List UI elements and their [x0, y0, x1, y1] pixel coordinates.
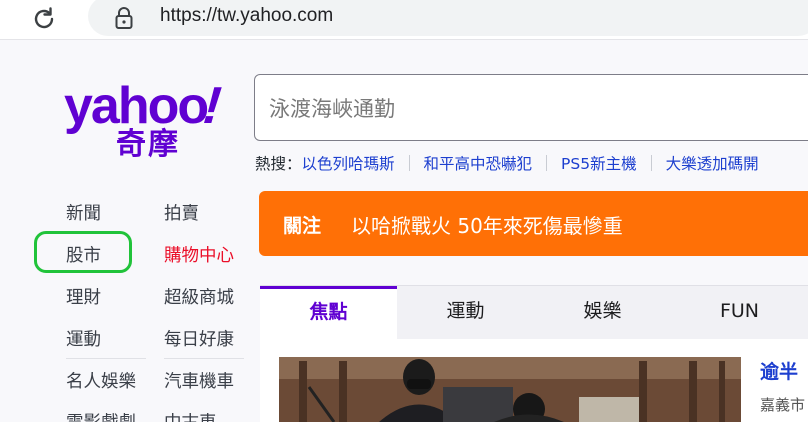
highlight-outline	[34, 231, 132, 273]
nav-item-mall[interactable]: 超級商城	[164, 284, 234, 309]
banner-tag: 關注	[283, 215, 322, 237]
tab-sports[interactable]: 運動	[397, 286, 534, 340]
news-tabs: 焦點 運動 娛樂 FUN	[260, 285, 808, 340]
hot-search-link[interactable]: PS5新主機	[561, 152, 637, 174]
news-photo[interactable]	[279, 357, 741, 422]
hot-search-link[interactable]: 大樂透加碼開	[666, 152, 759, 174]
search-input[interactable]: 泳渡海峽通勤	[254, 74, 808, 141]
nav-item-auction[interactable]: 拍賣	[164, 200, 199, 225]
yahoo-logo[interactable]: yahoo ! 奇摩	[64, 77, 236, 164]
browser-toolbar: https://tw.yahoo.com	[0, 0, 808, 40]
divider	[66, 358, 146, 359]
nav-item-deals[interactable]: 每日好康	[164, 326, 234, 351]
page: https://tw.yahoo.com yahoo ! 奇摩 泳渡海峽通勤 熱…	[0, 0, 808, 422]
divider	[408, 155, 410, 171]
hot-searches-label: 熱搜：	[255, 155, 302, 173]
nav-item-used-cars[interactable]: 中古車	[164, 409, 217, 422]
lock-icon[interactable]	[113, 6, 135, 30]
tab-fun[interactable]: FUN	[671, 286, 808, 340]
reload-icon[interactable]	[30, 5, 58, 33]
divider	[650, 155, 652, 171]
nav-item-finance[interactable]: 理財	[66, 284, 101, 309]
tab-entertainment[interactable]: 娛樂	[534, 286, 671, 340]
logo-subtitle: 奇摩	[116, 127, 180, 162]
url-text[interactable]: https://tw.yahoo.com	[160, 5, 333, 27]
nav-item-movies[interactable]: 電影戲劇	[66, 409, 136, 422]
story-source: 嘉義市	[760, 396, 806, 414]
nav-item-shopping[interactable]: 購物中心	[164, 242, 234, 267]
logo-word: yahoo	[64, 77, 209, 135]
divider	[546, 155, 548, 171]
nav-item-news[interactable]: 新聞	[66, 200, 101, 225]
tab-focus[interactable]: 焦點	[260, 286, 397, 340]
hot-search-link[interactable]: 以色列哈瑪斯	[302, 152, 395, 174]
divider	[164, 358, 244, 359]
nav-item-sports[interactable]: 運動	[66, 326, 101, 351]
nav-item-celebrity[interactable]: 名人娛樂	[66, 368, 136, 393]
breaking-news-banner[interactable]: 關注 以哈掀戰火 50年來死傷最慘重	[259, 191, 808, 256]
story-title[interactable]: 逾半	[760, 357, 798, 384]
search-placeholder: 泳渡海峽通勤	[269, 97, 395, 121]
hot-searches: 熱搜： 以色列哈瑪斯 和平高中恐嚇犯 PS5新主機 大樂透加碼開	[255, 152, 759, 174]
nav-item-autos[interactable]: 汽車機車	[164, 368, 234, 393]
banner-headline[interactable]: 以哈掀戰火 50年來死傷最慘重	[351, 210, 623, 239]
hot-search-link[interactable]: 和平高中恐嚇犯	[424, 152, 533, 174]
